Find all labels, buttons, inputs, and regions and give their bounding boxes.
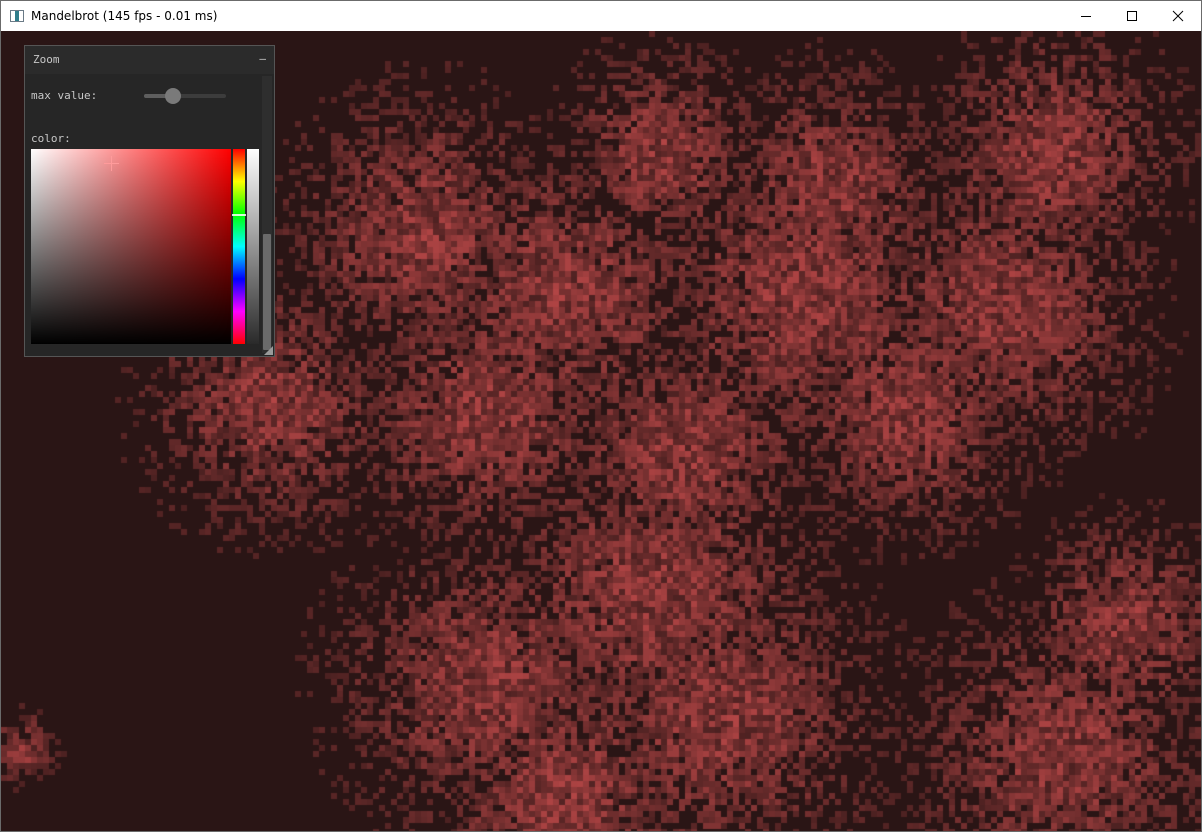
- zoom-panel[interactable]: Zoom – max value: color:: [24, 45, 275, 357]
- window-title: Mandelbrot (145 fps - 0.01 ms): [31, 9, 218, 23]
- minimize-button[interactable]: [1063, 1, 1109, 31]
- hue-marker[interactable]: [232, 214, 246, 216]
- zoom-panel-title: Zoom: [33, 53, 60, 66]
- max-value-label: max value:: [31, 89, 98, 102]
- minimize-icon: [1081, 16, 1091, 17]
- saturation-value-picker[interactable]: [31, 149, 231, 344]
- scrollbar-thumb[interactable]: [263, 233, 271, 351]
- render-viewport[interactable]: Zoom – max value: color:: [1, 31, 1201, 831]
- app-window: Mandelbrot (145 fps - 0.01 ms) Zoom – ma…: [0, 0, 1202, 832]
- collapse-button[interactable]: –: [259, 52, 266, 65]
- hue-slider[interactable]: [232, 149, 246, 344]
- resize-grip-icon[interactable]: [264, 346, 273, 355]
- panel-scrollbar[interactable]: [262, 76, 272, 353]
- picker-crosshair-icon[interactable]: [104, 155, 119, 171]
- close-button[interactable]: [1155, 1, 1201, 31]
- app-icon: [10, 10, 24, 22]
- alpha-slider[interactable]: [247, 149, 259, 344]
- close-icon: [1172, 10, 1184, 22]
- caption-buttons: [1063, 1, 1201, 31]
- maximize-icon: [1127, 11, 1137, 21]
- slider-knob[interactable]: [164, 88, 181, 104]
- zoom-panel-titlebar[interactable]: Zoom –: [25, 46, 274, 74]
- max-value-slider[interactable]: [144, 88, 226, 104]
- color-label: color:: [31, 132, 71, 145]
- maximize-button[interactable]: [1109, 1, 1155, 31]
- title-bar[interactable]: Mandelbrot (145 fps - 0.01 ms): [1, 1, 1201, 31]
